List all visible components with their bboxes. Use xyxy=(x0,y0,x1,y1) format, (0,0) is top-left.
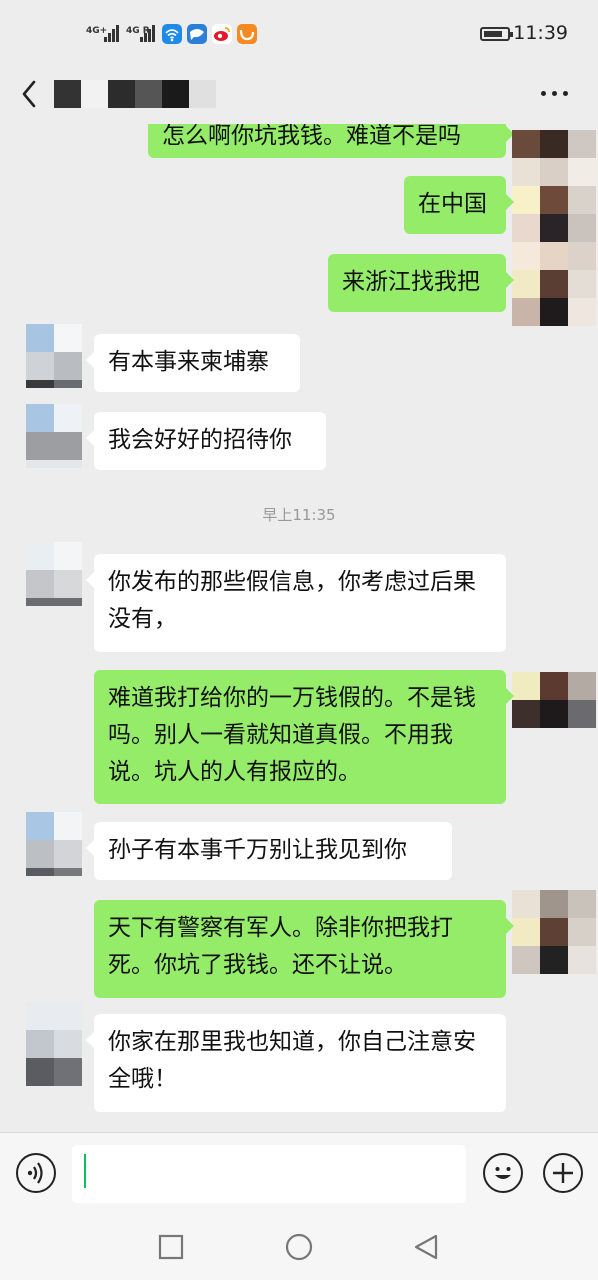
status-time: 11:39 xyxy=(513,22,568,44)
message-bubble-outgoing[interactable]: 天下有警察有军人。除非你把我打死。你坑了我钱。还不让说。 xyxy=(94,900,514,998)
contact-avatar[interactable] xyxy=(26,404,82,468)
chevron-left-icon[interactable] xyxy=(14,70,54,116)
input-bar xyxy=(0,1132,598,1219)
message-input[interactable] xyxy=(72,1145,466,1203)
message-bubble-outgoing[interactable]: 难道我打给你的一万钱假的。不是钱吗。别人一看就知道真假。不用我说。坑人的人有报应… xyxy=(94,670,514,804)
contact-avatar[interactable] xyxy=(26,812,82,876)
message-bubble-outgoing[interactable]: 在中国 xyxy=(404,176,514,234)
battery-icon xyxy=(480,27,513,41)
message-bubble-incoming[interactable]: 有本事来柬埔寨 xyxy=(86,334,300,392)
message-list[interactable]: 怎么啊你坑我钱。难道不是吗 在中国 来浙江找我把 有本事来柬埔寨 我会好好的招待… xyxy=(0,124,598,1132)
signal-icon xyxy=(140,24,158,42)
triangle-back-icon[interactable] xyxy=(412,1233,440,1261)
contact-avatar[interactable] xyxy=(26,542,82,606)
my-avatar[interactable] xyxy=(512,890,596,974)
system-navigation-bar xyxy=(0,1218,598,1280)
status-bar: 4G+ 4G R 11:39 xyxy=(0,0,598,68)
wifi-icon xyxy=(162,24,182,44)
message-bubble-incoming[interactable]: 孙子有本事千万别让我见到你 xyxy=(86,822,452,880)
my-avatar[interactable] xyxy=(512,130,596,326)
square-recent-icon[interactable] xyxy=(158,1234,184,1260)
contact-avatar[interactable] xyxy=(26,1002,82,1086)
message-bubble-incoming[interactable]: 你发布的那些假信息，你考虑过后果没有， xyxy=(86,554,506,652)
message-timestamp: 早上11:35 xyxy=(262,506,336,524)
emoji-icon[interactable] xyxy=(483,1153,523,1193)
my-avatar[interactable] xyxy=(512,672,596,728)
signal-icon xyxy=(104,24,122,42)
text-caret xyxy=(84,1154,86,1188)
voice-icon[interactable] xyxy=(16,1153,56,1193)
contact-avatar[interactable] xyxy=(26,324,82,388)
message-bubble-outgoing[interactable]: 来浙江找我把 xyxy=(328,254,514,312)
circle-home-icon[interactable] xyxy=(285,1233,313,1261)
message-bubble-outgoing[interactable]: 怎么啊你坑我钱。难道不是吗 xyxy=(148,124,514,158)
message-bubble-incoming[interactable]: 我会好好的招待你 xyxy=(86,412,326,470)
contact-name-mosaic[interactable] xyxy=(54,80,218,110)
chat-header xyxy=(0,68,598,124)
message-bubble-incoming[interactable]: 你家在那里我也知道，你自己注意安全哦！ xyxy=(86,1014,506,1112)
message-app-icon xyxy=(187,24,207,44)
weibo-icon xyxy=(212,24,232,44)
more-dots-icon[interactable] xyxy=(532,82,576,104)
uc-browser-icon xyxy=(237,24,257,44)
plus-icon[interactable] xyxy=(543,1153,583,1193)
